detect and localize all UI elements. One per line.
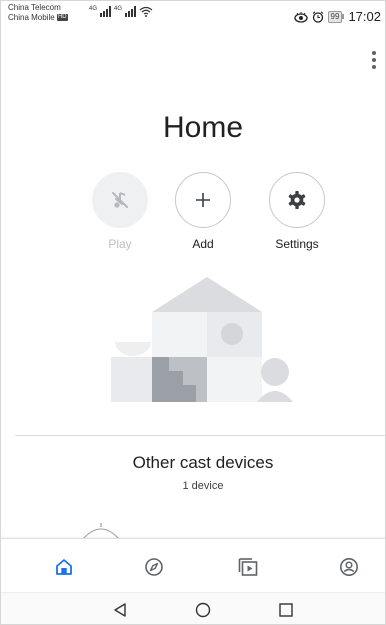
hd-badge: HD	[56, 14, 68, 22]
nav-discover[interactable]	[143, 556, 165, 578]
status-right: 99 17:02	[293, 9, 381, 24]
signal-icon	[125, 6, 137, 17]
media-icon	[238, 558, 258, 576]
gear-icon	[288, 191, 306, 209]
network-type-label: 4G	[89, 6, 98, 12]
status-bar: China Telecom China Mobile HD 4G 4G 99 1…	[1, 1, 385, 37]
bottom-navigation	[1, 538, 385, 593]
battery-level: 99	[327, 10, 343, 23]
add-circle[interactable]	[175, 172, 231, 228]
carrier-1: China Telecom	[8, 3, 61, 12]
recents-icon	[279, 603, 293, 617]
home-illustration	[111, 277, 293, 402]
clock: 17:02	[348, 9, 381, 24]
alarm-icon	[312, 10, 323, 23]
plus-icon	[196, 193, 210, 207]
settings-circle[interactable]	[269, 172, 325, 228]
signal-icon	[100, 6, 112, 17]
system-back-button[interactable]	[111, 601, 129, 619]
system-recents-button[interactable]	[277, 601, 295, 619]
nav-account[interactable]	[338, 556, 360, 578]
signal-icons: 4G 4G	[89, 6, 153, 17]
eye-icon	[293, 11, 308, 23]
play-button[interactable]: Play	[80, 172, 160, 251]
network-type-label-2: 4G	[114, 6, 123, 12]
add-label: Add	[192, 237, 214, 251]
compass-icon	[145, 558, 163, 576]
home-icon	[56, 559, 72, 575]
play-circle[interactable]	[92, 172, 148, 228]
back-icon	[114, 603, 126, 617]
carrier-2: China Mobile	[8, 13, 55, 22]
more-options-icon[interactable]	[370, 51, 378, 69]
app-frame: China Telecom China Mobile HD 4G 4G 99 1…	[0, 0, 386, 625]
nav-media[interactable]	[237, 556, 259, 578]
play-label: Play	[108, 237, 132, 251]
battery-icon: 99	[327, 10, 345, 23]
settings-button[interactable]: Settings	[257, 172, 337, 251]
other-devices-title: Other cast devices	[132, 453, 274, 472]
speaker-icon[interactable]	[79, 523, 123, 539]
section-divider	[15, 435, 385, 436]
system-home-button[interactable]	[194, 601, 212, 619]
page-title: Home	[162, 111, 244, 144]
account-icon	[340, 558, 358, 576]
wifi-icon	[139, 6, 153, 17]
nav-home[interactable]	[53, 556, 75, 578]
home-circle-icon	[195, 602, 211, 618]
carrier-info: China Telecom China Mobile HD	[8, 3, 68, 23]
settings-label: Settings	[275, 237, 319, 251]
play-disabled-icon	[112, 192, 128, 208]
add-button[interactable]: Add	[163, 172, 243, 251]
carrier-2-row: China Mobile HD	[8, 13, 68, 23]
device-count: 1 device	[182, 480, 224, 492]
system-navigation-bar	[1, 592, 385, 624]
